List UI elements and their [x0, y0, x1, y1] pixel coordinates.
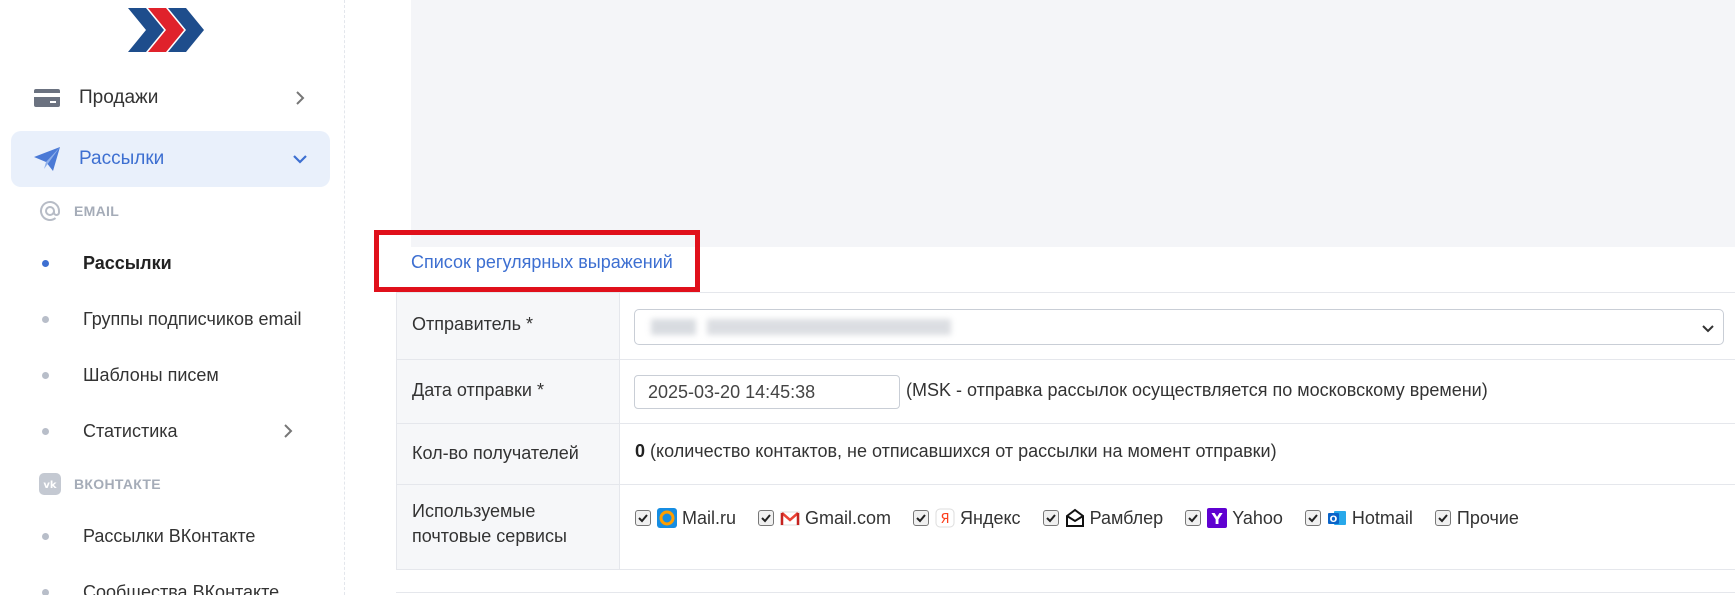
- section-vkontakte: vk ВКОНТАКТЕ: [38, 472, 161, 496]
- chevron-right-icon: [296, 91, 305, 105]
- bullet-dot: [42, 259, 49, 267]
- bullet-dot: [42, 532, 49, 540]
- svg-text:vk: vk: [43, 480, 57, 491]
- gmail-icon: [780, 511, 800, 526]
- chevron-down-icon: [293, 155, 307, 164]
- hotmail-icon: O: [1327, 511, 1346, 525]
- send-date-label: Дата отправки *: [412, 380, 544, 400]
- send-date-row: Дата отправки * (MSK - отправка рассылок…: [397, 360, 1735, 424]
- sidebar-item-email-statistics[interactable]: Статистика: [38, 416, 338, 446]
- service-hotmail[interactable]: O Hotmail: [1304, 508, 1413, 529]
- svg-text:Я: Я: [941, 512, 950, 527]
- chevron-down-icon: [1702, 325, 1714, 333]
- service-yandex[interactable]: Я Яндекс: [913, 508, 1021, 529]
- send-date-note: (MSK - отправка рассылок осуществляется …: [906, 380, 1488, 400]
- yahoo-icon: Y: [1207, 508, 1228, 528]
- service-checkbox[interactable]: [758, 510, 775, 526]
- sidebar-item-label: Рассылки: [79, 148, 165, 169]
- bullet-dot: [42, 427, 49, 435]
- section-email: EMAIL: [38, 199, 119, 223]
- paper-plane-icon: [34, 147, 60, 171]
- sender-select[interactable]: [634, 309, 1724, 345]
- sidebar-item-vk-mailings[interactable]: Рассылки ВКонтакте: [38, 521, 338, 551]
- mail-services-row: Используемые почтовые сервисы Mail.ru Gma…: [397, 485, 1735, 570]
- service-other[interactable]: Прочие: [1434, 508, 1519, 529]
- service-rambler[interactable]: Рамблер: [1042, 508, 1163, 529]
- sidebar: Продажи Рассылки EMAIL Рассылки Группы п…: [0, 0, 345, 595]
- recipients-count-row: Кол-во получателей 0 (количество контакт…: [397, 424, 1735, 485]
- service-checkbox[interactable]: [1434, 510, 1451, 526]
- service-checkbox[interactable]: [1042, 510, 1059, 526]
- divider: [396, 592, 1735, 593]
- bullet-dot: [42, 315, 49, 323]
- vk-icon: vk: [39, 473, 61, 495]
- bullet-dot: [42, 371, 49, 379]
- service-checkbox[interactable]: [913, 510, 930, 526]
- svg-text:O: O: [1330, 515, 1338, 525]
- card-icon: [34, 89, 60, 107]
- service-checkbox[interactable]: [1304, 510, 1321, 526]
- sidebar-item-label: Продажи: [79, 87, 159, 108]
- recipients-count-label: Кол-во получателей: [412, 443, 579, 463]
- sidebar-item-vk-communities[interactable]: Сообщества ВКонтакте: [38, 577, 338, 595]
- service-gmail[interactable]: Gmail.com: [758, 508, 891, 529]
- service-mailru[interactable]: Mail.ru: [635, 508, 736, 529]
- highlight-box: [374, 230, 700, 292]
- chevron-right-icon: [284, 424, 293, 438]
- sidebar-item-email-groups[interactable]: Группы подписчиков email: [38, 304, 338, 334]
- bullet-dot: [42, 588, 49, 595]
- sidebar-item-sales[interactable]: Продажи: [11, 70, 330, 126]
- mailing-form: Отправитель * Дата отправки * (MSK - отп…: [396, 292, 1735, 570]
- yandex-icon: Я: [935, 508, 955, 528]
- logo-icon[interactable]: [126, 6, 206, 54]
- sidebar-item-mailings[interactable]: Рассылки: [11, 131, 330, 187]
- sidebar-item-email-mailings[interactable]: Рассылки: [38, 248, 338, 278]
- mailru-icon: [657, 508, 677, 528]
- service-checkbox[interactable]: [1185, 510, 1202, 526]
- at-icon: [40, 200, 60, 221]
- mail-services-label: Используемые почтовые сервисы: [412, 501, 567, 546]
- sender-label: Отправитель *: [412, 314, 533, 334]
- svg-text:Y: Y: [1211, 510, 1224, 528]
- recipients-count-value: 0 (количество контактов, не отписавшихся…: [635, 441, 1277, 461]
- rambler-icon: [1065, 508, 1084, 527]
- sender-row: Отправитель *: [397, 293, 1735, 360]
- mail-services-list: Mail.ru Gmail.com Я Яндекс Рамблер Y Yah…: [635, 505, 1541, 531]
- email-preview-area: [411, 0, 1735, 247]
- send-date-input[interactable]: [634, 375, 900, 409]
- blurred-sender-value: [651, 319, 951, 335]
- service-checkbox[interactable]: [635, 510, 651, 526]
- service-yahoo[interactable]: Y Yahoo: [1185, 508, 1283, 529]
- sidebar-item-email-templates[interactable]: Шаблоны писем: [38, 360, 338, 390]
